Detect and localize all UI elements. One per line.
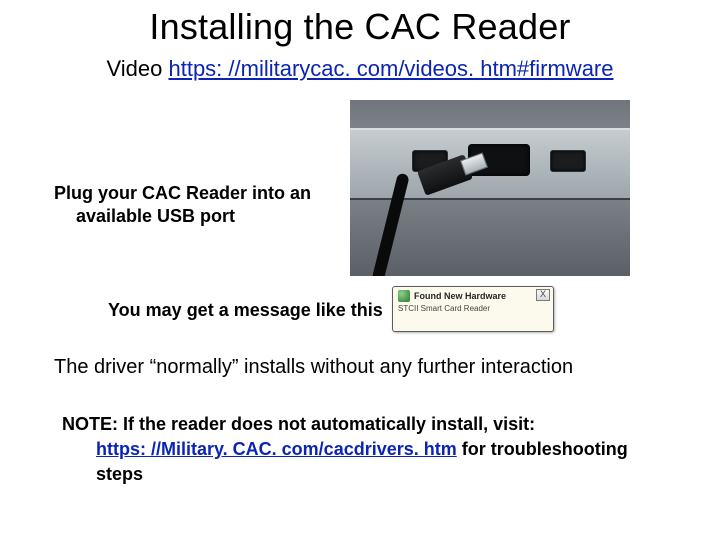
plug-line2: available USB port	[54, 205, 324, 228]
message-instruction: You may get a message like this	[108, 300, 383, 321]
page-title: Installing the CAC Reader	[0, 6, 720, 48]
note-line1: NOTE: If the reader does not automatical…	[62, 414, 535, 434]
balloon-subtitle: STCII Smart Card Reader	[398, 304, 548, 313]
driver-install-text: The driver “normally” installs without a…	[54, 356, 666, 379]
usb-port-image	[350, 100, 630, 276]
slide: Installing the CAC Reader Video https: /…	[0, 0, 720, 540]
usb-port-icon	[550, 150, 586, 172]
balloon-title: Found New Hardware	[414, 291, 506, 301]
plug-instruction: Plug your CAC Reader into an available U…	[54, 182, 324, 227]
note-line2: https: //Military. CAC. com/cacdrivers. …	[62, 437, 662, 462]
found-hardware-balloon: Found New Hardware STCII Smart Card Read…	[392, 286, 554, 332]
video-line: Video https: //militarycac. com/videos. …	[0, 56, 720, 82]
note-link[interactable]: https: //Military. CAC. com/cacdrivers. …	[96, 439, 457, 459]
hardware-icon	[398, 290, 410, 302]
plug-line1: Plug your CAC Reader into an	[54, 183, 311, 203]
note-block: NOTE: If the reader does not automatical…	[62, 412, 662, 488]
note-line3: steps	[62, 462, 662, 487]
note-after-link: for troubleshooting	[457, 439, 628, 459]
video-link[interactable]: https: //militarycac. com/videos. htm#fi…	[168, 56, 613, 81]
video-label: Video	[107, 56, 169, 81]
balloon-title-row: Found New Hardware	[398, 290, 548, 302]
balloon-close-button[interactable]: X	[536, 289, 550, 301]
balloon-inner: Found New Hardware STCII Smart Card Read…	[392, 286, 554, 332]
